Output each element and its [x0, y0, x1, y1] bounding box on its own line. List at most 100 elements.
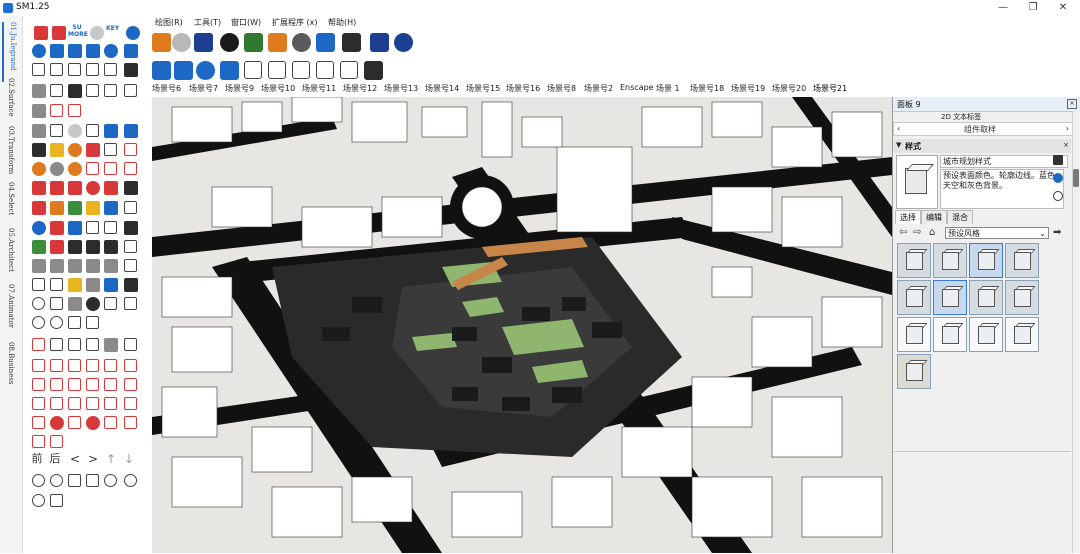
line-icon[interactable] [86, 143, 100, 157]
eraser-icon[interactable] [124, 181, 138, 195]
diamond-icon[interactable] [124, 338, 137, 351]
offset-icon[interactable] [86, 162, 99, 175]
shape-5-icon[interactable] [104, 278, 118, 292]
settings-icon[interactable] [32, 44, 46, 58]
swap-2-icon[interactable] [174, 61, 193, 80]
model-4-icon[interactable] [86, 259, 100, 273]
su-more-icon[interactable]: SU MORE [68, 24, 88, 40]
shape-2-icon[interactable] [50, 278, 63, 291]
tree-icon[interactable] [244, 33, 263, 52]
thumb-2-icon[interactable] [340, 61, 358, 79]
tape-icon[interactable] [32, 201, 46, 215]
bulb-icon[interactable] [50, 316, 63, 329]
tools-2-icon[interactable] [152, 61, 171, 80]
scene-tab[interactable]: 场景 1 [656, 83, 680, 94]
swap-icon[interactable] [68, 44, 82, 58]
scene-tab[interactable]: 场景号6 [152, 83, 181, 94]
minimize-button[interactable]: — [988, 0, 1018, 16]
clock-icon[interactable] [32, 316, 45, 329]
polygon-icon[interactable] [68, 162, 82, 176]
refresh-style-icon[interactable] [1053, 191, 1063, 201]
flip-icon[interactable] [68, 181, 82, 195]
side-tab-4[interactable]: 05.Architect [2, 228, 20, 284]
style-thumbnail[interactable] [933, 317, 967, 352]
layer-icon[interactable] [86, 221, 99, 234]
red-tool-b6-icon[interactable] [124, 378, 137, 391]
scene-tab[interactable]: 场景号12 [343, 83, 377, 94]
ruler-icon[interactable] [32, 124, 46, 138]
step-down-icon[interactable] [86, 474, 99, 487]
style-name-field[interactable]: 城市规划样式 [940, 155, 1068, 168]
red-tool-b4-icon[interactable] [86, 378, 99, 391]
red-tool-a5-icon[interactable] [104, 359, 117, 372]
bell-icon[interactable] [124, 221, 138, 235]
mail-icon[interactable] [370, 33, 389, 52]
figure-icon[interactable] [68, 240, 82, 254]
text-icon[interactable] [86, 201, 100, 215]
position-camera-icon[interactable] [68, 221, 82, 235]
scene-tab[interactable]: 场景号14 [425, 83, 459, 94]
move-icon[interactable] [50, 181, 64, 195]
arrow-up-icon[interactable]: ↑ [104, 452, 118, 466]
shape-icon[interactable] [32, 278, 45, 291]
stop-icon[interactable] [124, 474, 137, 487]
scissors-icon[interactable] [86, 316, 99, 329]
cursor-icon[interactable] [32, 143, 46, 157]
style-thumbnail[interactable] [1005, 317, 1039, 352]
arc-icon[interactable] [124, 143, 137, 156]
scene-tab[interactable]: 场景号19 [731, 83, 765, 94]
roof-red-icon[interactable] [50, 104, 63, 117]
square-icon[interactable] [50, 297, 63, 310]
red-tool-a2-icon[interactable] [50, 359, 63, 372]
component-sampler-bar[interactable]: ‹ 组件取样 › [893, 122, 1073, 136]
red-tool-d6-icon[interactable] [124, 416, 137, 429]
maximize-button[interactable]: ❐ [1018, 0, 1048, 16]
tools-icon[interactable] [50, 44, 64, 58]
side-tab-6[interactable]: 08.Business [2, 342, 20, 398]
3d-text-icon[interactable] [124, 201, 137, 214]
corner-icon[interactable] [124, 297, 137, 310]
undo-icon[interactable] [104, 124, 118, 138]
scene-tab[interactable]: 场景号7 [189, 83, 218, 94]
dimension-icon[interactable] [86, 124, 99, 137]
layers-icon[interactable] [194, 33, 213, 52]
scene-tab[interactable]: 场景号2 [584, 83, 613, 94]
red-tool-c1-icon[interactable] [32, 397, 45, 410]
reload-icon[interactable] [172, 33, 191, 52]
folder-2-icon[interactable] [220, 61, 239, 80]
compass-icon[interactable] [32, 297, 45, 310]
red-tool-a6-icon[interactable] [124, 359, 137, 372]
red-tool-b5-icon[interactable] [104, 378, 117, 391]
disk-icon[interactable] [86, 297, 100, 311]
side-tab-3[interactable]: 04.Select [2, 182, 20, 226]
tab-mix[interactable]: 混合 [947, 210, 973, 224]
red-tool-c2-icon[interactable] [50, 397, 63, 410]
style-description-field[interactable]: 预设表面颜色。轮廓边线。蓝色天空和灰色背景。 [940, 169, 1064, 209]
scene-tab[interactable]: 场景号10 [261, 83, 295, 94]
pin-red-2-icon[interactable] [52, 26, 66, 40]
square-outline-icon[interactable] [86, 338, 99, 351]
red-tool-b1-icon[interactable] [32, 378, 45, 391]
red-tool-d3-icon[interactable] [68, 416, 81, 429]
sandbox-icon[interactable] [152, 33, 171, 52]
wall-icon[interactable] [32, 104, 46, 118]
table-icon[interactable] [124, 84, 137, 97]
scene-tab[interactable]: 场景号11 [302, 83, 336, 94]
zoom-icon[interactable] [68, 124, 82, 138]
section-icon[interactable] [104, 201, 118, 215]
cup-icon[interactable] [68, 316, 81, 329]
home-icon[interactable]: ⌂ [929, 227, 935, 238]
tab-edit[interactable]: 编辑 [921, 210, 947, 224]
update-style-icon[interactable] [1053, 155, 1063, 165]
block-icon[interactable] [68, 297, 82, 311]
move-up-icon[interactable] [32, 84, 46, 98]
style-collection-select[interactable]: 预设风格 ⌄ [945, 227, 1049, 239]
grid-small-icon[interactable] [50, 494, 63, 507]
close-x-icon[interactable] [104, 338, 118, 352]
close-window-button[interactable]: ✕ [1048, 0, 1078, 16]
pencil-icon[interactable] [68, 338, 81, 351]
arrow-down-icon[interactable]: ↓ [122, 452, 136, 466]
protractor-icon[interactable] [50, 201, 64, 215]
forward-arrow-icon[interactable]: ⇨ [913, 227, 921, 238]
gear-blue-icon[interactable] [126, 26, 140, 40]
